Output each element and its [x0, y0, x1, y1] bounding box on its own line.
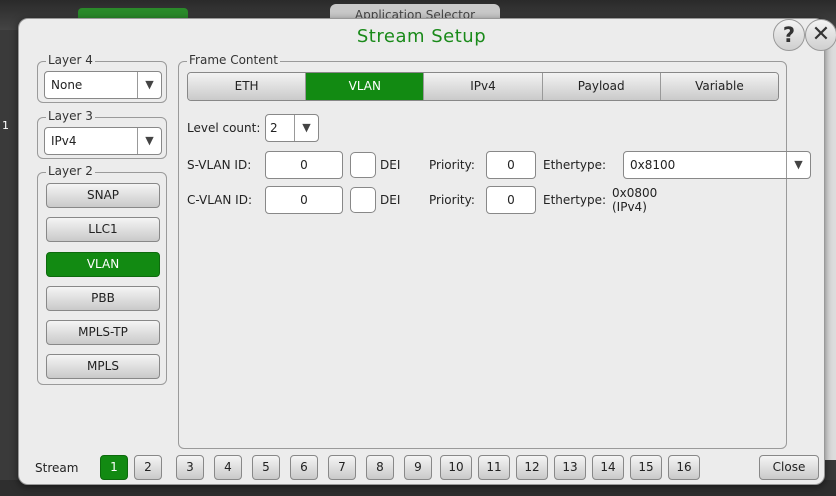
tab-ipv4[interactable]: IPv4 [424, 73, 543, 100]
stream-button-12[interactable]: 12 [516, 455, 548, 480]
svlan-ethertype-select[interactable]: 0x8100 ▼ [623, 151, 811, 179]
cvlan-priority-label: Priority: [429, 193, 475, 207]
tab-variable[interactable]: Variable [660, 73, 778, 100]
layer3-value: IPv4 [51, 134, 77, 148]
tab-vlan[interactable]: VLAN [306, 73, 425, 100]
stream-button-9[interactable]: 9 [404, 455, 432, 480]
cvlan-id-field[interactable]: 0 [265, 186, 343, 214]
layer2-legend: Layer 2 [46, 164, 95, 178]
close-button[interactable]: Close [759, 455, 819, 480]
svlan-ethertype-label: Ethertype: [543, 158, 607, 172]
stream-button-1[interactable]: 1 [100, 455, 128, 480]
level-count-select[interactable]: 2 ▼ [265, 114, 319, 142]
chevron-down-icon[interactable]: ▼ [786, 152, 810, 178]
layer2-mplstp-button[interactable]: MPLS-TP [46, 320, 160, 345]
stream-button-3[interactable]: 3 [176, 455, 204, 480]
cvlan-dei-label: DEI [380, 193, 401, 207]
svlan-dei-checkbox[interactable] [350, 152, 376, 178]
stream-setup-dialog: Stream Setup ? ✕ Layer 4 None ▼ Layer 3 … [18, 18, 836, 485]
layer2-vlan-button[interactable]: VLAN [46, 252, 160, 277]
svlan-ethertype-value: 0x8100 [630, 158, 676, 172]
layer2-pbb-button[interactable]: PBB [46, 286, 160, 311]
cvlan-dei-checkbox[interactable] [350, 187, 376, 213]
cvlan-ethertype-label: Ethertype: [543, 193, 607, 207]
layer4-legend: Layer 4 [46, 53, 95, 67]
chevron-down-icon[interactable]: ▼ [137, 128, 161, 154]
close-icon[interactable]: ✕ [805, 19, 836, 51]
cvlan-priority-field[interactable]: 0 [486, 186, 536, 214]
svlan-priority-label: Priority: [429, 158, 475, 172]
svlan-dei-label: DEI [380, 158, 401, 172]
layer2-mpls-button[interactable]: MPLS [46, 354, 160, 379]
stream-button-11[interactable]: 11 [478, 455, 510, 480]
stream-button-16[interactable]: 16 [668, 455, 700, 480]
stream-button-2[interactable]: 2 [134, 455, 162, 480]
frame-content-legend: Frame Content [187, 53, 280, 67]
layer4-value: None [51, 78, 83, 92]
cvlan-id-label: C-VLAN ID: [187, 193, 252, 207]
svlan-id-field[interactable]: 0 [265, 151, 343, 179]
chevron-down-icon[interactable]: ▼ [294, 115, 318, 141]
layer3-group: Layer 3 IPv4 ▼ [37, 109, 167, 159]
stream-button-5[interactable]: 5 [252, 455, 280, 480]
layer4-select[interactable]: None ▼ [44, 71, 162, 99]
stream-label: Stream [35, 461, 79, 475]
help-icon[interactable]: ? [773, 19, 805, 51]
background-left-number: 1 [2, 119, 9, 132]
chevron-down-icon[interactable]: ▼ [137, 72, 161, 98]
stream-button-8[interactable]: 8 [366, 455, 394, 480]
stream-button-7[interactable]: 7 [328, 455, 356, 480]
stream-button-4[interactable]: 4 [214, 455, 242, 480]
svlan-id-label: S-VLAN ID: [187, 158, 252, 172]
tab-eth[interactable]: ETH [188, 73, 307, 100]
layer3-legend: Layer 3 [46, 109, 95, 123]
stream-button-14[interactable]: 14 [592, 455, 624, 480]
tab-payload[interactable]: Payload [542, 73, 661, 100]
level-count-value: 2 [270, 121, 278, 135]
layer4-group: Layer 4 None ▼ [37, 53, 167, 103]
dialog-title: Stream Setup [356, 26, 487, 47]
cvlan-ethertype-value: 0x0800 [612, 186, 658, 200]
stream-button-10[interactable]: 10 [440, 455, 472, 480]
frame-content-group: Frame Content ETH VLAN IPv4 Payload Vari… [178, 53, 811, 449]
level-count-label: Level count: [187, 121, 261, 135]
svlan-priority-field[interactable]: 0 [486, 151, 536, 179]
stream-button-13[interactable]: 13 [554, 455, 586, 480]
frame-content-tabs: ETH VLAN IPv4 Payload Variable [187, 72, 779, 101]
stream-bar: Stream 1 2 3 4 5 6 7 8 9 10 11 12 13 14 … [19, 451, 824, 483]
layer3-select[interactable]: IPv4 ▼ [44, 127, 162, 155]
stream-button-15[interactable]: 15 [630, 455, 662, 480]
layer2-group: Layer 2 SNAP LLC1 VLAN PBB MPLS-TP MPLS [37, 164, 167, 385]
cvlan-ethertype-note: (IPv4) [612, 200, 647, 214]
layer2-llc1-button[interactable]: LLC1 [46, 217, 160, 242]
layer2-snap-button[interactable]: SNAP [46, 183, 160, 208]
stream-button-6[interactable]: 6 [290, 455, 318, 480]
